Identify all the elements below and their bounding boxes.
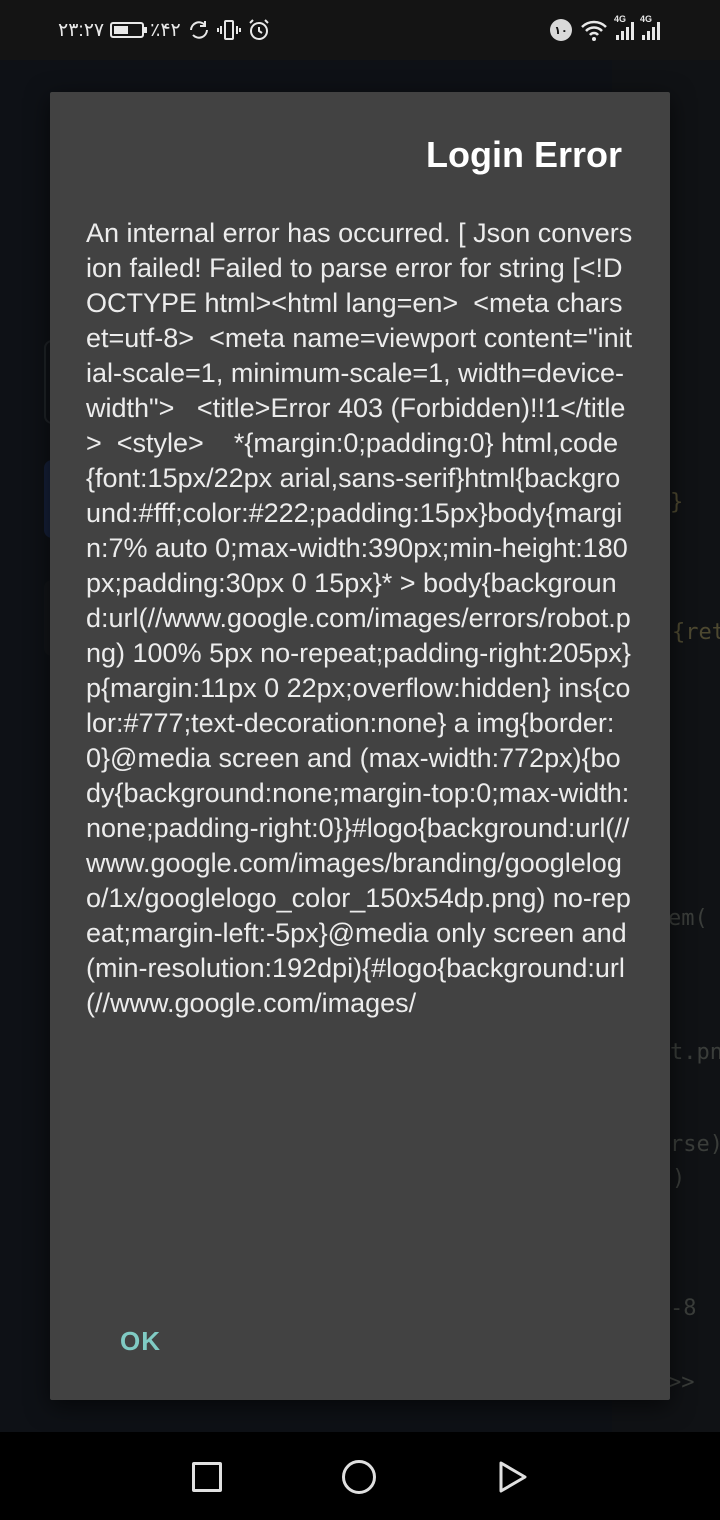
error-dialog: Login Error An internal error has occurr…	[50, 92, 670, 1400]
dialog-title: Login Error	[426, 134, 622, 175]
home-icon[interactable]	[342, 1460, 376, 1494]
status-left-group: ۲۳:۲۷ ٪۴۲	[58, 18, 271, 42]
wifi-icon	[581, 20, 607, 41]
dialog-message: An internal error has occurred. [ Json c…	[86, 218, 633, 1018]
vibrate-icon	[216, 20, 241, 40]
recents-icon[interactable]	[192, 1462, 222, 1492]
battery-icon	[110, 22, 148, 38]
ok-button[interactable]: OK	[96, 1318, 185, 1365]
signal-icon: 4G	[640, 14, 660, 40]
screen: } {ret em( t.pn rse) ) -8 >> ۲۳:۲۷ ٪۴۲ ۱…	[0, 0, 720, 1520]
battery-percent: ٪۴۲	[150, 19, 181, 41]
clock: ۲۳:۲۷	[58, 19, 105, 41]
navigation-bar	[0, 1432, 720, 1520]
notification-badge: ۱۰	[550, 19, 572, 41]
rotate-icon	[189, 21, 208, 39]
network-type: 4G	[640, 14, 653, 24]
back-icon[interactable]	[496, 1460, 530, 1494]
status-bar: ۲۳:۲۷ ٪۴۲ ۱۰ 4G 4G	[0, 0, 720, 60]
alarm-icon	[249, 19, 269, 40]
network-type: 4G	[614, 14, 627, 24]
status-right-group: ۱۰ 4G 4G	[550, 14, 660, 44]
dialog-message-scroll[interactable]: An internal error has occurred. [ Json c…	[86, 216, 634, 1256]
signal-icon: 4G	[614, 14, 634, 40]
